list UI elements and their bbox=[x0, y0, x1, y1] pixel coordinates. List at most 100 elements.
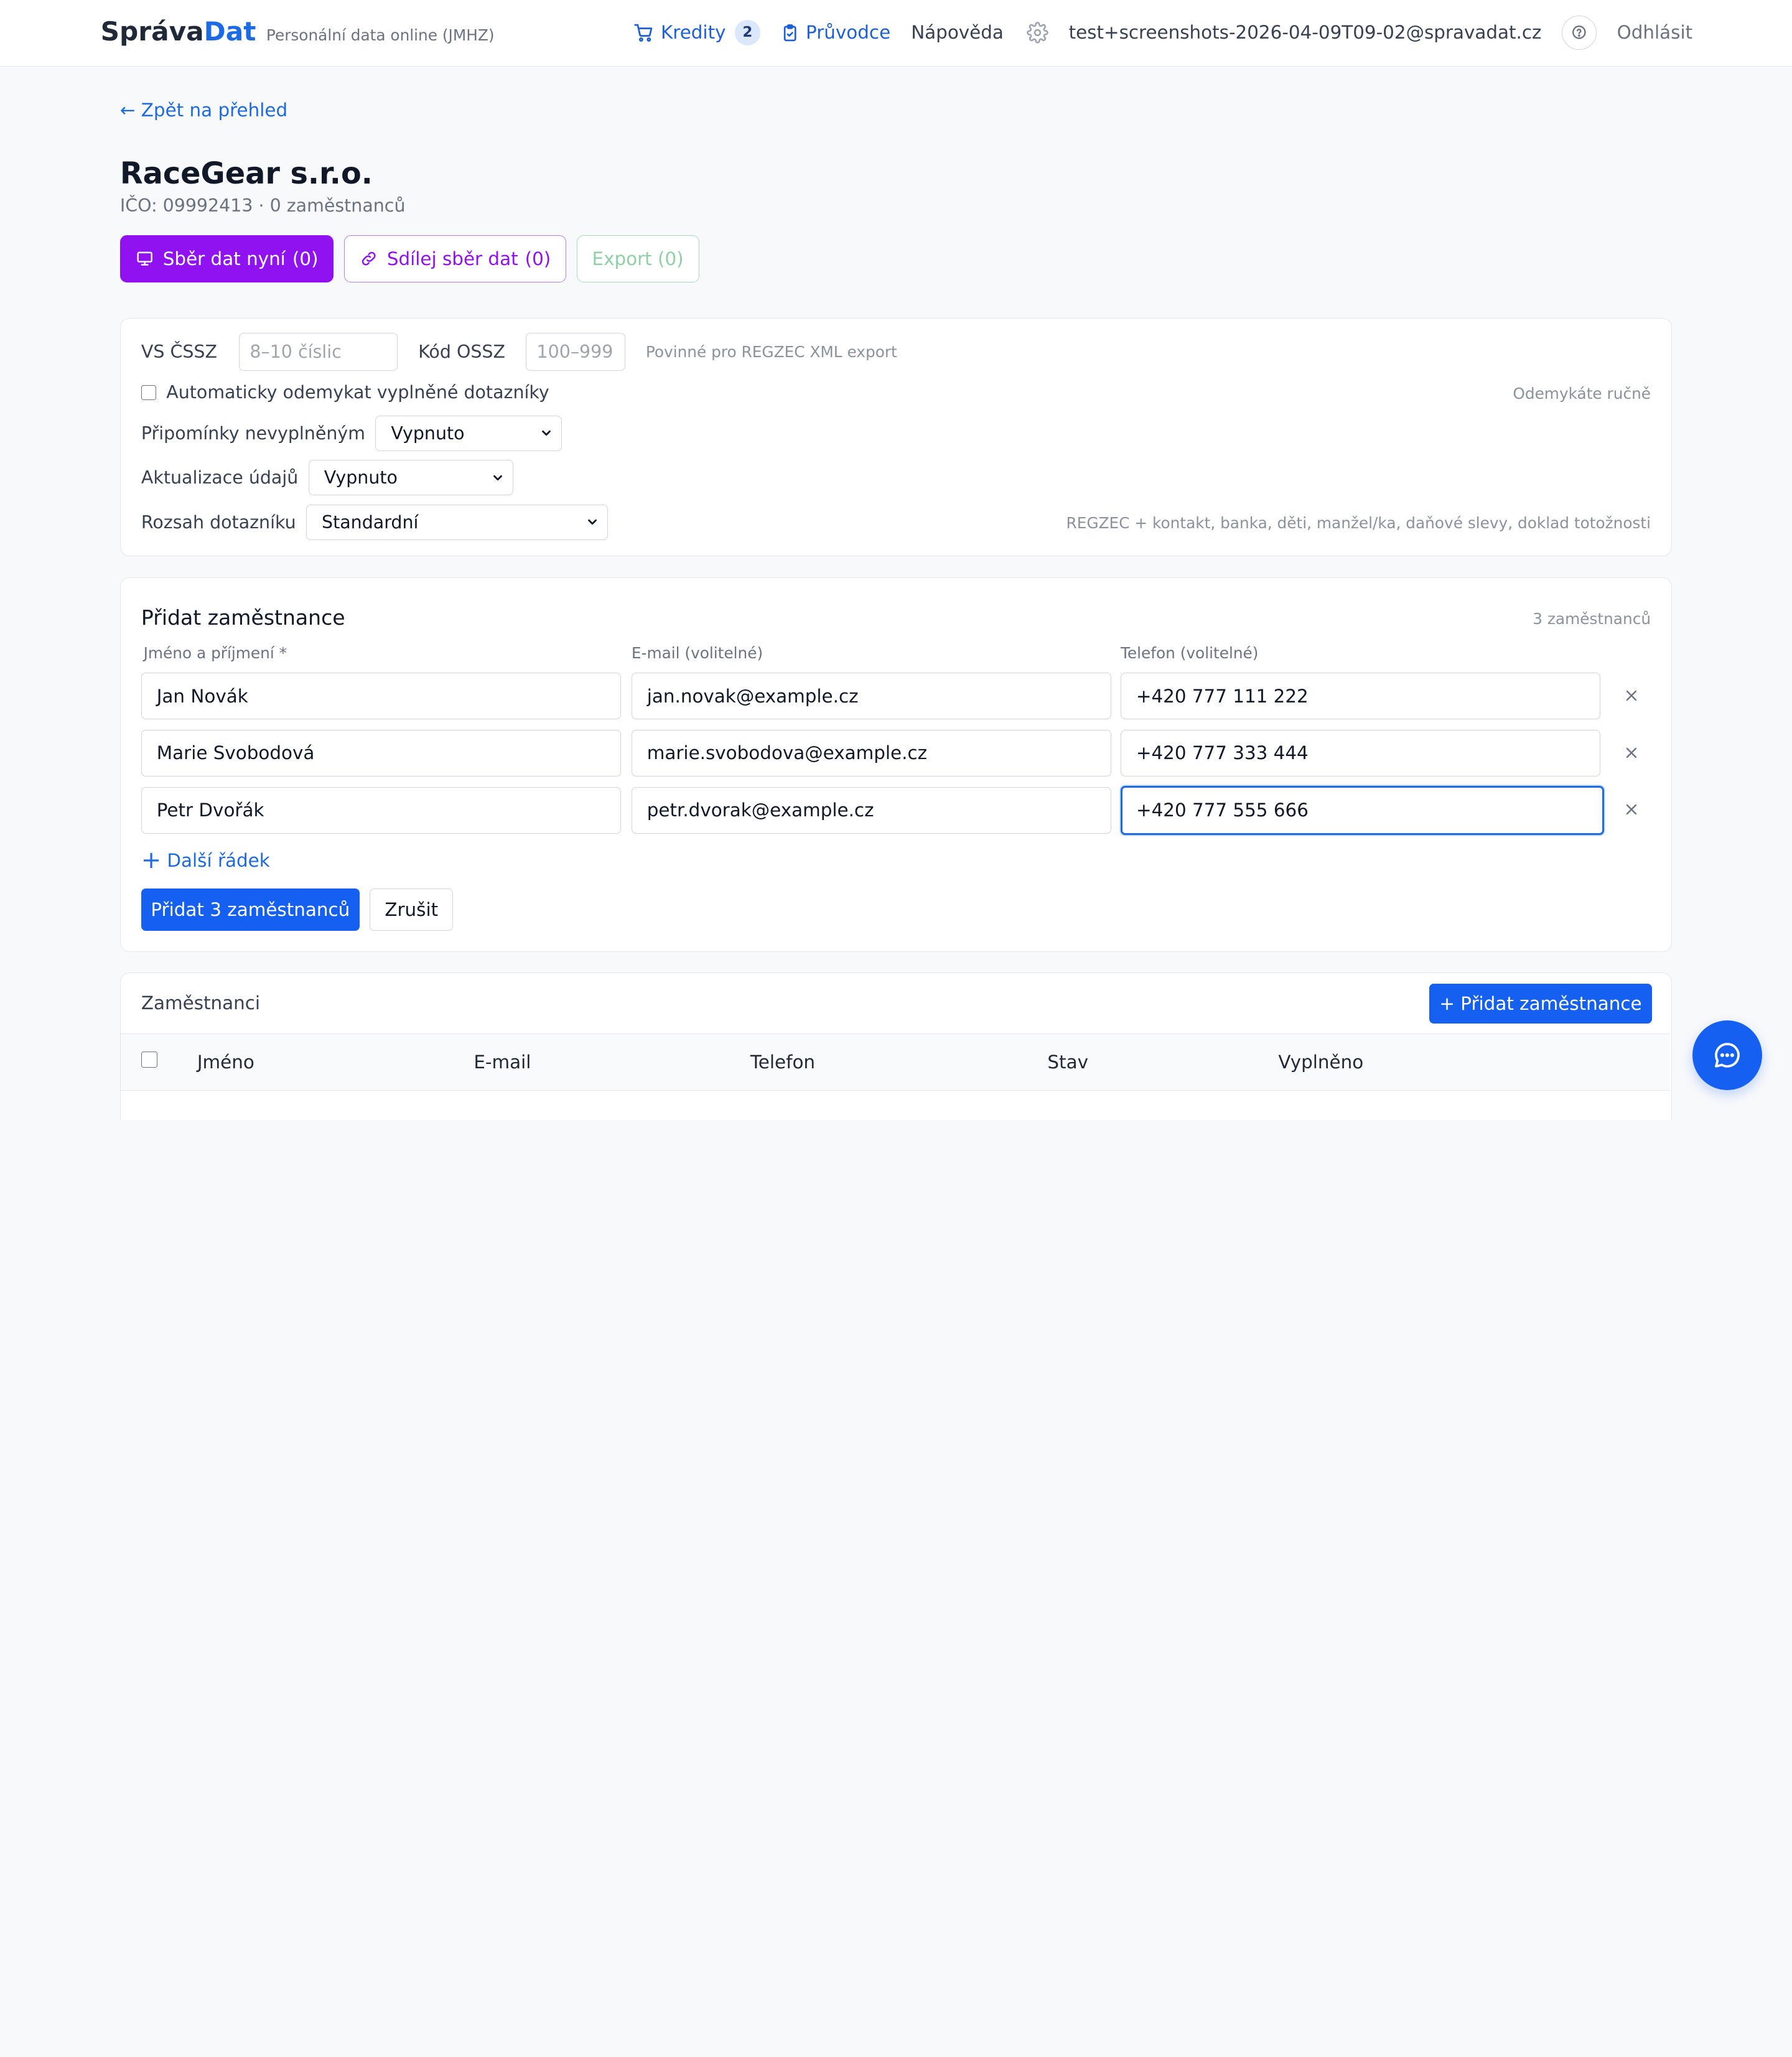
reminders-label: Připomínky nevyplněným bbox=[141, 422, 365, 444]
chevron-down-icon bbox=[491, 471, 505, 485]
question-circle-icon bbox=[1572, 26, 1586, 40]
user-email: test+screenshots-2026-04-09T09-02@sprava… bbox=[1068, 22, 1542, 44]
employees-card: Zaměstnanci + Přidat zaměstnance Jméno E… bbox=[119, 973, 1673, 1120]
cart-icon bbox=[634, 24, 653, 42]
brand-name-part2: Dat bbox=[203, 16, 256, 47]
top-header: Správa Dat Personální data online (JMHZ)… bbox=[0, 0, 1792, 67]
employee-email-input[interactable]: marie.svobodova@example.cz bbox=[631, 729, 1112, 777]
add-employee-button[interactable]: + Přidat zaměstnance bbox=[1429, 983, 1653, 1024]
employee-phone-input[interactable]: +420 777 333 444 bbox=[1120, 729, 1601, 777]
brand[interactable]: Správa Dat Personální data online (JMHZ) bbox=[101, 16, 495, 47]
updates-row: Aktualizace údajů Vypnuto bbox=[141, 460, 513, 496]
col-header-email: E-mail (volitelné) bbox=[631, 644, 763, 663]
export-label: Export (0) bbox=[592, 248, 684, 269]
nav-credits-label: Kredity bbox=[661, 22, 726, 44]
reminders-value: Vypnuto bbox=[391, 422, 465, 444]
auto-unlock-label: Automaticky odemykat vyplněné dotazníky bbox=[166, 382, 549, 403]
auto-unlock-checkbox[interactable] bbox=[141, 385, 156, 400]
share-collect-label: Sdílej sběr dat bbox=[386, 248, 518, 269]
collect-now-button[interactable]: Sběr dat nyní (0) bbox=[119, 235, 334, 282]
settings-card: VS ČSSZ Kód OSSZ Povinné pro REGZEC XML … bbox=[119, 317, 1673, 557]
scope-value: Standardní bbox=[322, 511, 419, 533]
reminders-row: Připomínky nevyplněným Vypnuto bbox=[141, 415, 562, 451]
add-employees-title: Přidat zaměstnance bbox=[141, 605, 345, 630]
link-icon bbox=[362, 252, 376, 266]
close-icon bbox=[1626, 690, 1637, 701]
close-icon bbox=[1626, 805, 1637, 815]
share-collect-count: (0) bbox=[525, 248, 551, 269]
back-link[interactable]: ← Zpět na přehled bbox=[120, 100, 287, 121]
logout-link[interactable]: Odhlásit bbox=[1617, 22, 1693, 43]
updates-value: Vypnuto bbox=[324, 467, 398, 488]
chevron-down-icon bbox=[586, 515, 599, 529]
select-all-checkbox[interactable] bbox=[141, 1051, 157, 1068]
ossz-label: Kód OSSZ bbox=[418, 342, 505, 363]
th-email[interactable]: E-mail bbox=[474, 1052, 531, 1073]
submit-employees-button[interactable]: Přidat 3 zaměstnanců bbox=[141, 889, 360, 931]
vs-cssz-input[interactable] bbox=[238, 333, 398, 371]
nav-guide[interactable]: Průvodce bbox=[781, 22, 891, 44]
page-title: RaceGear s.r.o. bbox=[119, 156, 373, 191]
add-row-label: Další řádek bbox=[167, 850, 270, 872]
cssz-row: VS ČSSZ Kód OSSZ Povinné pro REGZEC XML … bbox=[141, 333, 897, 371]
add-employees-count: 3 zaměstnanců bbox=[1533, 609, 1651, 628]
chat-button[interactable] bbox=[1692, 1020, 1763, 1091]
vs-cssz-label: VS ČSSZ bbox=[141, 342, 217, 363]
chevron-down-icon bbox=[539, 426, 553, 440]
remove-row-button[interactable] bbox=[1621, 800, 1641, 820]
scope-hint: REGZEC + kontakt, banka, děti, manžel/ka… bbox=[1066, 513, 1651, 532]
reminders-select[interactable]: Vypnuto bbox=[375, 415, 562, 451]
nav-help-label: Nápověda bbox=[911, 22, 1004, 44]
nav-credits[interactable]: Kredity 2 bbox=[633, 20, 760, 45]
add-employees-card: Přidat zaměstnance 3 zaměstnanců Jméno a… bbox=[119, 577, 1673, 952]
cancel-button[interactable]: Zrušit bbox=[370, 889, 454, 931]
th-name[interactable]: Jméno bbox=[197, 1052, 254, 1073]
th-phone[interactable]: Telefon bbox=[750, 1052, 815, 1073]
employee-phone-input[interactable]: +420 777 111 222 bbox=[1120, 672, 1601, 720]
employee-email-input[interactable]: jan.novak@example.cz bbox=[631, 672, 1112, 720]
help-circle-button[interactable] bbox=[1562, 15, 1597, 50]
scope-select[interactable]: Standardní bbox=[306, 504, 609, 540]
page: Správa Dat Personální data online (JMHZ)… bbox=[0, 0, 1792, 1120]
clipboard-check-icon bbox=[783, 24, 796, 41]
employee-name-input[interactable]: Petr Dvořák bbox=[141, 786, 622, 834]
col-header-name: Jméno a příjmení * bbox=[143, 644, 287, 663]
employees-table-header: Jméno E-mail Telefon Stav Vyplněno bbox=[120, 1033, 1671, 1091]
chat-bubble-icon bbox=[1715, 1043, 1740, 1068]
employees-title: Zaměstnanci bbox=[141, 992, 261, 1014]
updates-label: Aktualizace údajů bbox=[141, 467, 299, 488]
top-nav: Kredity 2 Průvodce Nápověda test+screens… bbox=[613, 0, 1692, 65]
employee-email-input[interactable]: petr.dvorak@example.cz bbox=[631, 786, 1112, 834]
remove-row-button[interactable] bbox=[1621, 685, 1641, 706]
auto-unlock-row: Automaticky odemykat vyplněné dotazníky bbox=[141, 382, 549, 403]
brand-name-part1: Správa bbox=[100, 16, 204, 47]
scope-label: Rozsah dotazníku bbox=[141, 511, 296, 533]
employee-name-input[interactable]: Marie Svobodová bbox=[141, 729, 622, 777]
collect-now-count: (0) bbox=[292, 248, 319, 269]
col-header-phone: Telefon (volitelné) bbox=[1120, 644, 1259, 663]
ossz-input[interactable] bbox=[526, 333, 625, 371]
remove-row-button[interactable] bbox=[1621, 742, 1641, 763]
nav-help[interactable]: Nápověda bbox=[911, 22, 1004, 43]
employee-phone-input-focused[interactable]: +420 777 555 666 bbox=[1120, 785, 1604, 835]
scope-row: Rozsah dotazníku Standardní bbox=[141, 504, 609, 540]
th-status[interactable]: Stav bbox=[1047, 1052, 1088, 1073]
add-row-link[interactable]: + Další řádek bbox=[141, 846, 270, 874]
updates-select[interactable]: Vypnuto bbox=[308, 460, 513, 496]
export-button[interactable]: Export (0) bbox=[576, 235, 699, 282]
close-icon bbox=[1626, 747, 1637, 758]
monitor-icon bbox=[137, 251, 152, 266]
gear-icon bbox=[1026, 22, 1048, 44]
employee-name-input[interactable]: Jan Novák bbox=[141, 672, 622, 720]
credits-count-badge: 2 bbox=[735, 20, 760, 45]
th-filled[interactable]: Vyplněno bbox=[1278, 1052, 1363, 1073]
plus-icon: + bbox=[141, 846, 162, 874]
nav-guide-label: Průvodce bbox=[806, 22, 891, 44]
action-bar: Sběr dat nyní (0) Sdílej sběr dat (0) Ex… bbox=[119, 235, 709, 282]
brand-subtitle: Personální data online (JMHZ) bbox=[266, 26, 495, 44]
collect-now-label: Sběr dat nyní bbox=[162, 248, 286, 269]
auto-unlock-hint: Odemykáte ručně bbox=[1513, 385, 1651, 403]
ossz-hint: Povinné pro REGZEC XML export bbox=[645, 343, 897, 361]
share-collect-button[interactable]: Sdílej sběr dat (0) bbox=[343, 235, 567, 282]
settings-button[interactable] bbox=[1026, 22, 1048, 44]
